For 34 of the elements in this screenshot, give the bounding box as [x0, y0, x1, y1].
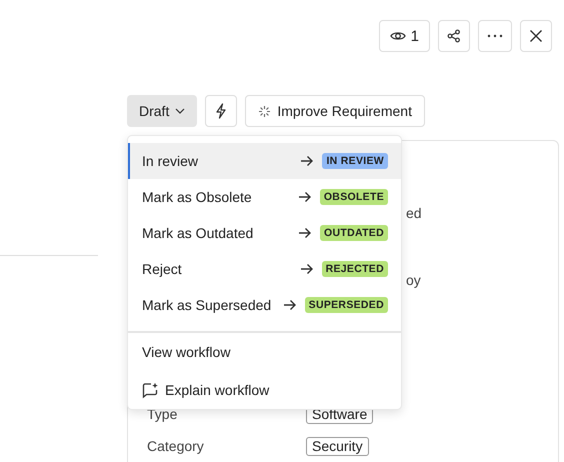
arrow-right-icon	[300, 155, 314, 167]
viewers-button[interactable]: 1	[378, 20, 430, 52]
transition-item[interactable]: In review IN REVIEW	[128, 143, 401, 179]
status-badge: SUPERSEDED	[304, 297, 388, 313]
lightning-icon	[215, 103, 228, 119]
status-badge: IN REVIEW	[322, 153, 388, 169]
transition-item[interactable]: Mark as Obsolete OBSOLETE	[128, 179, 401, 215]
arrow-right-icon	[282, 299, 297, 311]
status-badge: REJECTED	[322, 261, 388, 277]
field-value: ed	[406, 205, 422, 221]
close-icon	[529, 29, 543, 43]
value-tag: Security	[306, 436, 369, 456]
share-icon	[447, 29, 461, 43]
field-value: oy	[406, 272, 421, 288]
automation-button[interactable]	[205, 95, 238, 127]
status-badge: OUTDATED	[320, 225, 388, 241]
improve-button[interactable]: Improve Requirement	[245, 95, 425, 127]
arrow-right-icon	[300, 263, 314, 275]
sparkle-icon	[258, 104, 272, 118]
view-workflow-item[interactable]: View workflow	[128, 333, 401, 371]
transition-item[interactable]: Mark as Superseded SUPERSEDED	[128, 287, 401, 323]
transition-item[interactable]: Reject REJECTED	[128, 251, 401, 287]
close-button[interactable]	[520, 20, 552, 52]
status-dropdown[interactable]: Draft	[127, 95, 198, 127]
chat-sparkle-icon	[142, 382, 159, 398]
field-label: Category	[147, 438, 205, 454]
field-label: Type	[147, 406, 178, 422]
chevron-down-icon	[175, 108, 186, 114]
share-button[interactable]	[438, 20, 470, 52]
arrow-right-icon	[298, 191, 312, 203]
arrow-right-icon	[298, 227, 312, 239]
status-badge: OBSOLETE	[320, 189, 388, 205]
transition-item[interactable]: Mark as Outdated OUTDATED	[128, 215, 401, 251]
more-icon	[487, 34, 503, 38]
